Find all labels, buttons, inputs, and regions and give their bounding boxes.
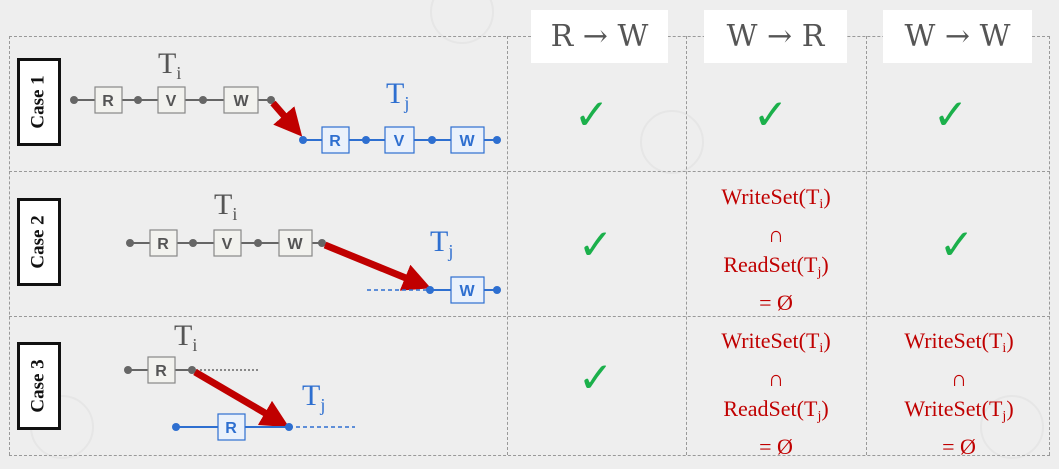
svg-text:Tj: Tj <box>386 77 409 113</box>
case-2-wr-condition: WriteSet(Ti) ∩ ReadSet(Tj) = Ø <box>690 182 862 318</box>
case-2-tj-write-phase: W <box>459 283 475 300</box>
case-2-rw-check-icon: ✓ <box>578 220 614 269</box>
case-1-tj-sub: j <box>403 93 409 113</box>
case-3-ww-sub3: j <box>1002 409 1007 424</box>
case-1-ti-sub: i <box>176 63 181 83</box>
svg-text:Ti: Ti <box>174 319 197 355</box>
case-3-ti-label: T <box>174 319 192 352</box>
case-1-ti-validate-phase: V <box>166 93 177 110</box>
case-1-tj-label: T <box>386 77 404 110</box>
case-3-ti-sub: i <box>192 335 197 355</box>
case-2-wr-sub1: i <box>819 197 824 212</box>
case-1-ww-check-icon: ✓ <box>933 90 969 139</box>
case-1-rw-check-icon: ✓ <box>574 90 610 139</box>
case-2-wr-intersection: ∩ <box>768 222 784 247</box>
case-2-arrow <box>323 241 431 291</box>
svg-text:Tj: Tj <box>302 379 325 415</box>
case-1-ti-timeline: R V W Ti <box>70 47 275 114</box>
case-1-tj-timeline: R V W Tj <box>299 77 501 154</box>
case-2-ti-validate-phase: V <box>222 236 233 253</box>
case-1-ti-write-phase: W <box>233 93 249 110</box>
case-3-tj-read-phase: R <box>225 420 237 437</box>
case-3-wr-line3: ReadSet(T <box>723 396 818 421</box>
case-3-tj-sub: j <box>319 395 325 415</box>
case-3-wr-line1: WriteSet(T <box>721 328 820 353</box>
case-2-ti-label: T <box>214 188 232 221</box>
case-3-arrow <box>193 368 290 428</box>
case-2-tj-timeline: W Tj <box>367 225 501 304</box>
case-3-wr-empty: = Ø <box>759 434 793 459</box>
case-3-tj-label: T <box>302 379 320 412</box>
case-3-ww-line3: WriteSet(T <box>904 396 1003 421</box>
case-2-tj-sub: j <box>447 241 453 261</box>
case-3-ww-line1: WriteSet(T <box>904 328 1003 353</box>
svg-text:Tj: Tj <box>430 225 453 261</box>
case-1-wr-check-icon: ✓ <box>753 90 789 139</box>
case-1-tj-read-phase: R <box>329 133 341 150</box>
case-2-ti-read-phase: R <box>157 236 169 253</box>
case-3-rw-check-icon: ✓ <box>578 353 614 402</box>
case-1-tj-write-phase: W <box>459 133 475 150</box>
svg-text:Ti: Ti <box>214 188 237 224</box>
case-2-wr-empty: = Ø <box>759 290 793 315</box>
case-3-wr-sub3: j <box>817 409 822 424</box>
case-2-ti-timeline: R V W Ti <box>126 188 326 257</box>
case-1-ti-label: T <box>158 47 176 80</box>
case-2-ti-sub: i <box>232 204 237 224</box>
case-3-wr-intersection: ∩ <box>768 366 784 391</box>
case-1-tj-validate-phase: V <box>394 133 405 150</box>
case-1-arrow <box>270 100 303 137</box>
case-2-wr-line1: WriteSet(T <box>721 184 820 209</box>
case-1-ti-read-phase: R <box>102 93 114 110</box>
case-3-wr-condition: WriteSet(Ti) ∩ ReadSet(Tj) = Ø <box>690 326 862 462</box>
case-2-wr-sub3: j <box>817 265 822 280</box>
case-3-ww-sub1: i <box>1002 341 1007 356</box>
case-3-ww-empty: = Ø <box>942 434 976 459</box>
case-2-ti-write-phase: W <box>287 236 303 253</box>
case-3-ti-timeline: R Ti <box>124 319 258 384</box>
case-2-ww-check-icon: ✓ <box>939 220 975 269</box>
case-3-ww-intersection: ∩ <box>951 366 967 391</box>
case-3-ti-read-phase: R <box>155 363 167 380</box>
case-3-ww-condition: WriteSet(Ti) ∩ WriteSet(Tj) = Ø <box>870 326 1048 462</box>
svg-text:Ti: Ti <box>158 47 181 83</box>
case-2-tj-label: T <box>430 225 448 258</box>
case-3-wr-sub1: i <box>819 341 824 356</box>
case-2-wr-line3: ReadSet(T <box>723 252 818 277</box>
